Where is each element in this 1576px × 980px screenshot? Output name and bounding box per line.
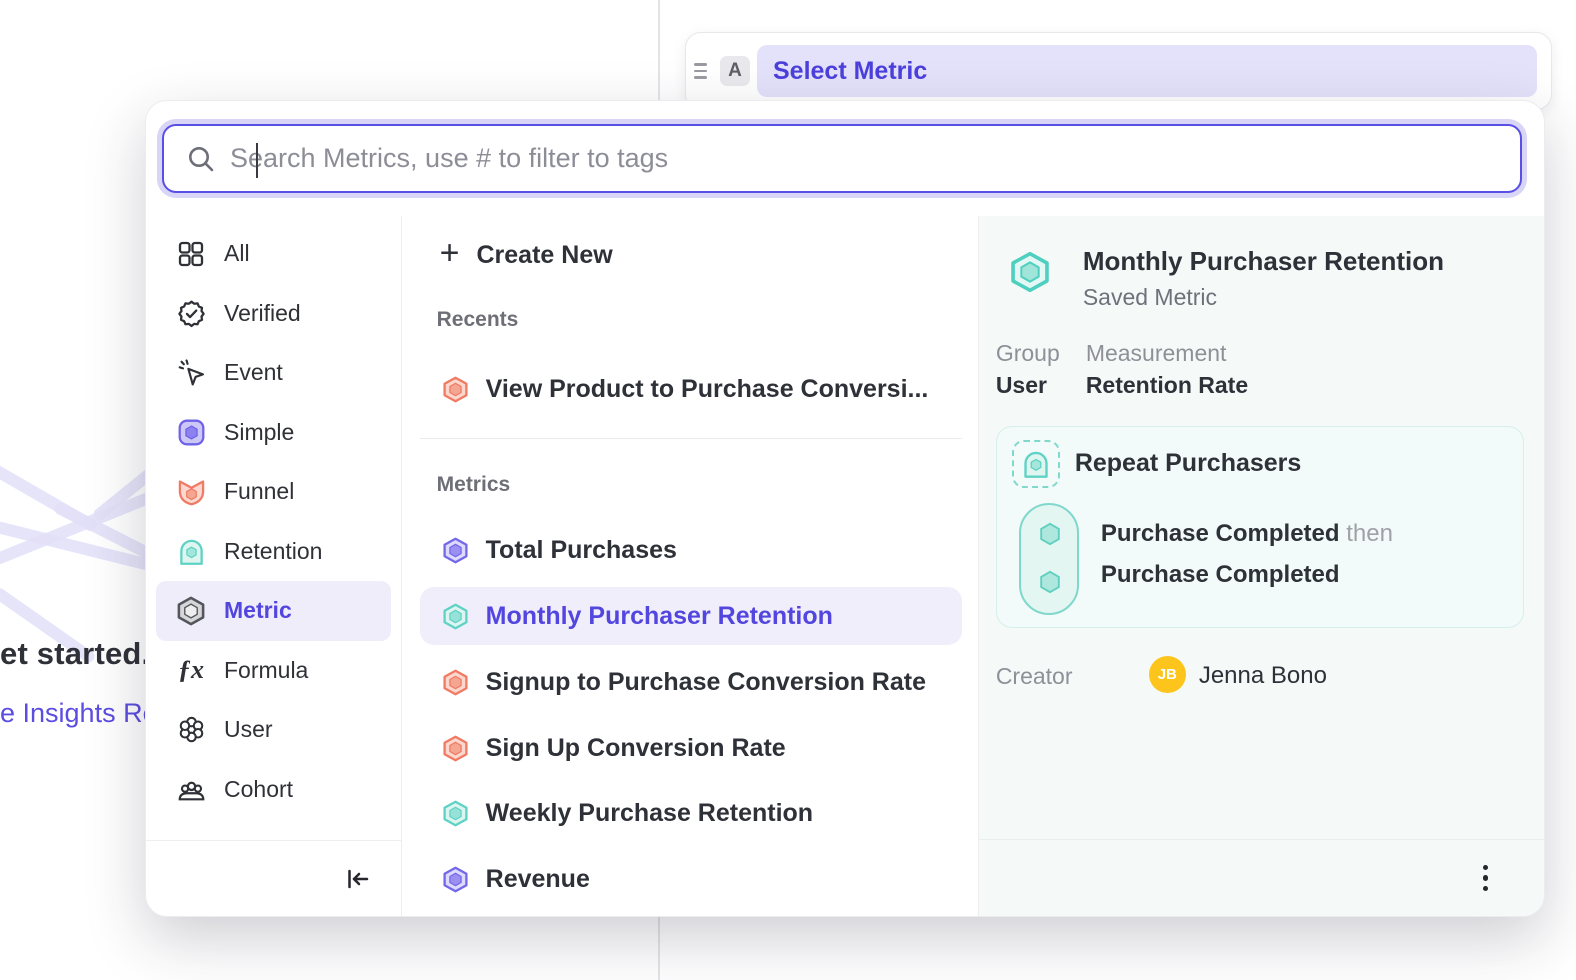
verified-badge-icon xyxy=(176,298,206,328)
user-cluster-icon xyxy=(176,715,206,745)
creator-label: Creator xyxy=(996,663,1073,690)
grid-icon xyxy=(176,239,206,269)
metric-list-item[interactable]: Weekly Purchase Retention xyxy=(420,784,962,842)
metric-picker-popover: All Verified Event xyxy=(145,100,1545,917)
simple-metric-hexagon-icon xyxy=(442,866,469,893)
funnel-metric-hexagon-icon xyxy=(442,735,469,762)
sidebar-item-event[interactable]: Event xyxy=(156,343,391,403)
metric-item-label: Sign Up Conversion Rate xyxy=(486,734,786,763)
recent-item-label: View Product to Purchase Conversi... xyxy=(486,375,929,404)
section-divider xyxy=(420,438,962,439)
metric-list-item[interactable]: Revenue xyxy=(420,850,962,908)
screen: et started. e Insights Re A Select Metri… xyxy=(0,0,1576,980)
sequence-connector: then xyxy=(1346,520,1393,547)
definition-name: Repeat Purchasers xyxy=(1075,449,1302,478)
search-icon xyxy=(186,144,216,174)
sidebar-item-label: Metric xyxy=(224,597,292,624)
funnel-metric-hexagon-icon xyxy=(442,669,469,696)
details-subtitle: Saved Metric xyxy=(1083,284,1217,311)
more-options-icon[interactable] xyxy=(1477,859,1495,898)
retention-step-icon xyxy=(1012,440,1060,488)
background-headline-fragment: et started. xyxy=(0,636,150,672)
metric-list-column: + Create New Recents View Product to Pur… xyxy=(401,216,978,916)
metric-item-label: Total Purchases xyxy=(486,536,677,565)
sidebar-item-simple[interactable]: Simple xyxy=(156,403,391,463)
metrics-header: Metrics xyxy=(437,473,511,497)
metric-item-label: Weekly Purchase Retention xyxy=(486,799,813,828)
sidebar-item-label: Verified xyxy=(224,300,301,327)
saved-metric-hexagon-icon xyxy=(1009,251,1051,293)
recents-header: Recents xyxy=(437,308,519,332)
sidebar-item-label: Cohort xyxy=(224,776,293,803)
metric-hexagon-icon xyxy=(176,596,206,626)
select-metric-button[interactable]: Select Metric xyxy=(757,45,1537,97)
retention-icon xyxy=(176,536,206,566)
text-cursor xyxy=(256,143,258,178)
drag-handle-icon[interactable] xyxy=(694,63,710,79)
search-input[interactable] xyxy=(230,126,1520,191)
group-label: Group xyxy=(996,340,1060,367)
details-footer xyxy=(979,839,1544,916)
event-sequence-capsule xyxy=(1019,503,1079,615)
metric-list-item-selected[interactable]: Monthly Purchaser Retention xyxy=(420,587,962,645)
measurement-label: Measurement xyxy=(1086,340,1227,367)
metric-details-panel: Monthly Purchaser Retention Saved Metric… xyxy=(978,216,1544,916)
metric-list-item[interactable]: Sign Up Conversion Rate xyxy=(420,719,962,777)
metric-definition-card: Repeat Purchasers Purchase Completed the… xyxy=(996,426,1524,628)
definition-step-1: Purchase Completed then xyxy=(1101,520,1393,548)
group-value: User xyxy=(996,372,1047,399)
sidebar-item-label: Retention xyxy=(224,538,322,565)
select-metric-label: Select Metric xyxy=(773,57,927,86)
event-hexagon-icon xyxy=(1037,521,1063,547)
retention-metric-hexagon-icon xyxy=(442,800,469,827)
select-metric-bar: A Select Metric xyxy=(685,32,1552,110)
create-new-label: Create New xyxy=(477,241,613,270)
details-title: Monthly Purchaser Retention xyxy=(1083,246,1444,277)
creator-name: Jenna Bono xyxy=(1199,662,1327,690)
picker-body: All Verified Event xyxy=(146,216,1544,916)
sidebar-item-label: Event xyxy=(224,359,283,386)
measurement-value: Retention Rate xyxy=(1086,372,1248,399)
formula-icon: ƒx xyxy=(176,655,206,685)
sidebar-item-metric[interactable]: Metric xyxy=(156,581,391,641)
sidebar-item-all[interactable]: All xyxy=(156,224,391,284)
filter-sidebar: All Verified Event xyxy=(146,216,401,916)
simple-metric-hexagon-icon xyxy=(442,537,469,564)
cursor-sparkle-icon xyxy=(176,358,206,388)
sidebar-item-label: Formula xyxy=(224,657,308,684)
sidebar-item-label: User xyxy=(224,716,273,743)
sidebar-item-verified[interactable]: Verified xyxy=(156,284,391,344)
funnel-icon xyxy=(176,477,206,507)
sidebar-item-funnel[interactable]: Funnel xyxy=(156,462,391,522)
funnel-metric-hexagon-icon xyxy=(442,376,469,403)
metric-list-item[interactable]: Signup to Purchase Conversion Rate xyxy=(420,653,962,711)
creator-avatar[interactable]: JB xyxy=(1149,656,1186,693)
retention-metric-hexagon-icon xyxy=(442,603,469,630)
sidebar-item-cohort[interactable]: Cohort xyxy=(156,760,391,820)
plus-icon: + xyxy=(440,236,460,270)
collapse-sidebar-icon[interactable] xyxy=(340,861,376,897)
cohort-icon xyxy=(176,774,206,804)
recent-item[interactable]: View Product to Purchase Conversi... xyxy=(420,360,962,418)
sidebar-item-label: Funnel xyxy=(224,478,294,505)
search-bar[interactable] xyxy=(162,124,1522,193)
create-new-button[interactable]: + Create New xyxy=(402,234,613,276)
sidebar-item-formula[interactable]: ƒx Formula xyxy=(156,641,391,701)
metric-item-label: Signup to Purchase Conversion Rate xyxy=(486,668,926,697)
metric-item-label: Revenue xyxy=(486,865,590,894)
sidebar-item-label: All xyxy=(224,240,250,267)
simple-metric-icon xyxy=(176,417,206,447)
sidebar-item-label: Simple xyxy=(224,419,294,446)
definition-step-2: Purchase Completed xyxy=(1101,561,1340,589)
sidebar-footer xyxy=(146,840,401,916)
metric-list-item[interactable]: Total Purchases xyxy=(420,521,962,579)
background-link-fragment[interactable]: e Insights Re xyxy=(0,698,158,729)
series-a-badge[interactable]: A xyxy=(720,56,750,86)
sidebar-item-user[interactable]: User xyxy=(156,700,391,760)
event-hexagon-icon xyxy=(1037,569,1063,595)
metric-item-label: Monthly Purchaser Retention xyxy=(486,602,833,631)
sidebar-item-retention[interactable]: Retention xyxy=(156,522,391,582)
